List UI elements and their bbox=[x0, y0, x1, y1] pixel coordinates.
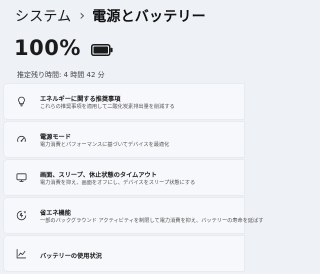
item-title: 画面、スリープ、休止状態のタイムアウト bbox=[40, 172, 157, 179]
breadcrumb-system[interactable]: システム bbox=[15, 6, 71, 26]
breadcrumb-separator: › bbox=[79, 8, 86, 24]
item-description: 一部のバックグラウンド アクティビティを制限して電力消費を抑え、バッテリーの寿命… bbox=[40, 218, 264, 224]
page-title: 電源とバッテリー bbox=[92, 9, 206, 25]
item-description: 電力消費とパフォーマンスに基づいてデバイスを最適化 bbox=[40, 142, 170, 148]
power-mode-icon bbox=[17, 135, 26, 142]
power-mode-item[interactable]: 電源モード 電力消費とパフォーマンスに基づいてデバイスを最適化 bbox=[4, 122, 244, 157]
item-title: エネルギーに関する推奨事項 bbox=[40, 96, 121, 103]
screen-sleep-timeout-item[interactable]: 画面、スリープ、休止状態のタイムアウト 電力消費を抑え、画面をオフにし、デバイス… bbox=[4, 160, 244, 195]
item-title: 省エネ機能 bbox=[40, 210, 71, 217]
battery-saver-item[interactable]: 省エネ機能 一部のバックグラウンド アクティビティを制限して電力消費を抑え、バッ… bbox=[4, 198, 263, 233]
battery-fill bbox=[93, 46, 108, 53]
battery-saver-icon bbox=[16, 210, 27, 221]
energy-recommendations-item[interactable]: エネルギーに関する推奨事項 これらの推奨事項を適用して二酸化炭素排出量を削減する bbox=[4, 84, 244, 119]
battery-percentage: 100% bbox=[14, 36, 81, 60]
breadcrumb: システム › 電源とバッテリー bbox=[15, 6, 240, 26]
item-title: バッテリーの使用状況 bbox=[40, 253, 102, 260]
item-description: これらの推奨事項を適用して二酸化炭素排出量を削減する bbox=[40, 104, 175, 110]
battery-usage-item[interactable]: バッテリーの使用状況 bbox=[4, 236, 244, 271]
lightbulb-icon bbox=[18, 96, 25, 107]
battery-icon bbox=[90, 43, 113, 56]
item-description: 電力消費を抑え、画面をオフにし、デバイスをスリープ状態にする bbox=[40, 180, 196, 186]
battery-status: 100% bbox=[14, 36, 113, 60]
settings-list: エネルギーに関する推奨事項 これらの推奨事項を適用して二酸化炭素排出量を削減する… bbox=[4, 84, 263, 274]
usage-chart-icon bbox=[16, 249, 26, 259]
item-title: 電源モード bbox=[40, 134, 71, 141]
remaining-time: 推定残り時間: 4 時間 42 分 bbox=[17, 71, 105, 79]
monitor-icon bbox=[16, 173, 27, 182]
